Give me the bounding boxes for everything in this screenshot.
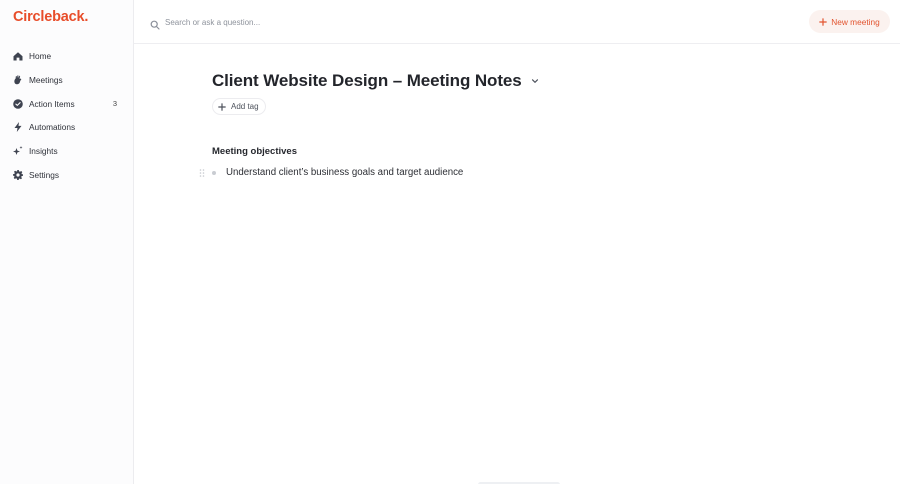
new-meeting-label: New meeting <box>831 16 880 27</box>
chevron-down-icon[interactable] <box>530 76 540 86</box>
action-items-count-badge: 3 <box>112 99 117 109</box>
drag-handle-icon[interactable] <box>198 168 206 178</box>
plus-icon <box>218 102 226 111</box>
add-tag-label: Add tag <box>231 102 259 111</box>
bullet-icon <box>212 170 216 175</box>
sidebar-item-label: Home <box>29 51 52 61</box>
sidebar-nav: Home Meetings Action Items 3 Automations <box>0 44 134 187</box>
sidebar-item-label: Insights <box>29 146 58 157</box>
plus-icon <box>819 17 828 26</box>
sidebar-item-label: Settings <box>29 170 59 181</box>
search-bar[interactable] <box>150 15 365 30</box>
sidebar-item-settings[interactable]: Settings <box>0 163 134 187</box>
sidebar-item-label: Action Items <box>29 98 75 109</box>
title-row: Client Website Design – Meeting Notes <box>212 71 540 91</box>
new-meeting-button[interactable]: New meeting <box>809 10 890 33</box>
home-icon <box>12 50 24 62</box>
sidebar-item-insights[interactable]: Insights <box>0 139 134 163</box>
bullet-text[interactable]: Understand client’s business goals and t… <box>226 167 463 178</box>
lightning-icon <box>12 121 24 133</box>
top-bar: New meeting <box>134 0 900 44</box>
meeting-notes-editor: Client Website Design – Meeting Notes Ad… <box>134 44 900 484</box>
search-icon <box>150 17 160 30</box>
sidebar-item-label: Automations <box>29 122 76 133</box>
search-input[interactable] <box>165 17 365 27</box>
section-heading[interactable]: Meeting objectives <box>212 146 297 157</box>
sidebar-item-label: Meetings <box>29 74 63 85</box>
sidebar-item-action-items[interactable]: Action Items 3 <box>0 92 134 116</box>
gear-icon <box>12 169 24 181</box>
meetings-icon <box>12 74 24 86</box>
check-circle-icon <box>12 98 24 110</box>
sidebar-item-home[interactable]: Home <box>0 44 134 68</box>
sparkles-icon <box>12 145 24 157</box>
sidebar-item-automations[interactable]: Automations <box>0 115 134 139</box>
sidebar-item-meetings[interactable]: Meetings <box>0 68 134 92</box>
circleback-logo[interactable]: Circleback. <box>13 9 88 25</box>
page-title[interactable]: Client Website Design – Meeting Notes <box>212 71 522 91</box>
sidebar: Circleback. Home Meetings Action Items 3 <box>0 0 134 484</box>
add-tag-button[interactable]: Add tag <box>212 98 266 115</box>
list-item[interactable]: Understand client’s business goals and t… <box>198 167 463 178</box>
